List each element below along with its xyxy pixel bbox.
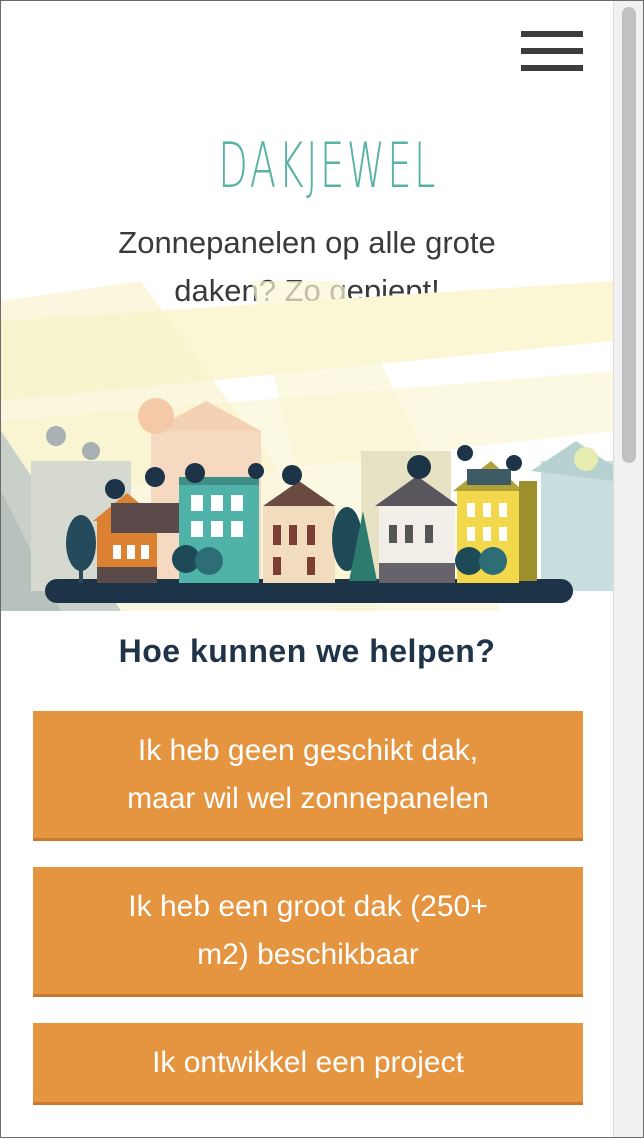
no-roof-solar-button[interactable]: Ik heb geen geschikt dak, maar wil wel z…: [33, 711, 583, 841]
menu-bar-top: [521, 31, 583, 37]
button-label-line-1: Ik ontwikkel een project: [152, 1045, 464, 1079]
button-label-line-1: Ik heb een groot dak (250+: [128, 889, 488, 923]
scrollbar-thumb[interactable]: [622, 7, 636, 463]
button-label: Ik ontwikkel een project: [152, 1039, 464, 1087]
button-label-line-2: m2) beschikbaar: [197, 937, 419, 971]
scrollbar[interactable]: [613, 1, 643, 1137]
button-label-line-1: Ik heb geen geschikt dak,: [137, 733, 479, 767]
menu-bar-bottom: [521, 65, 583, 71]
button-label-line-2: maar wil wel zonnepanelen: [127, 781, 489, 815]
develop-project-button[interactable]: Ik ontwikkel een project: [33, 1023, 583, 1105]
hamburger-menu-icon[interactable]: [521, 31, 583, 77]
hero-illustration: [1, 281, 613, 611]
tagline-line-1: Zonnepanelen op alle grote: [118, 225, 496, 260]
large-roof-button[interactable]: Ik heb een groot dak (250+ m2) beschikba…: [33, 867, 583, 997]
site-logo[interactable]: DAKJEWEL: [151, 129, 463, 219]
browser-viewport: DAKJEWEL Zonnepanelen op alle grote dake…: [0, 0, 644, 1138]
logo-text: DAKJEWEL: [218, 129, 438, 202]
section-title: Hoe kunnen we helpen?: [118, 633, 496, 669]
button-label: Ik heb geen geschikt dak, maar wil wel z…: [127, 727, 489, 823]
menu-bar-middle: [521, 48, 583, 54]
button-label: Ik heb een groot dak (250+ m2) beschikba…: [128, 883, 487, 979]
houses-illustration: [1, 281, 613, 611]
